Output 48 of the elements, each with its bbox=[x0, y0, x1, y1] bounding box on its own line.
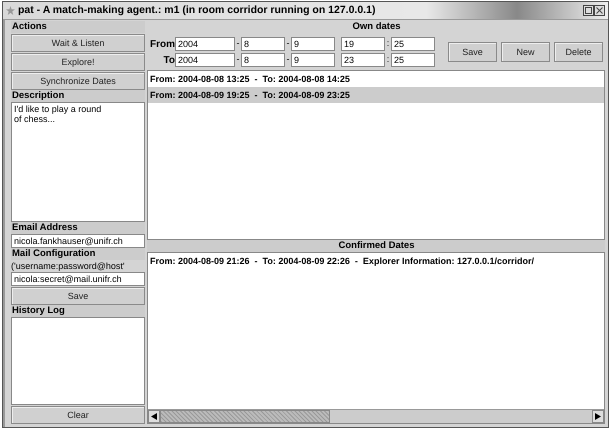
separator-text: : bbox=[386, 53, 390, 66]
list-item[interactable]: From: 2004-08-08 13:25 - To: 2004-08-08 14:25 bbox=[148, 71, 604, 87]
scroll-thumb[interactable] bbox=[160, 410, 330, 423]
mail-config-field[interactable]: nicola:secret@mail.unifr.ch bbox=[11, 272, 145, 286]
description-field[interactable]: I'd like to play a round of chess... bbox=[11, 102, 145, 222]
date-field[interactable]: 9 bbox=[291, 53, 335, 67]
clear-button[interactable]: Clear bbox=[11, 406, 145, 424]
date-field[interactable]: 8 bbox=[241, 53, 285, 67]
scroll-right-icon[interactable] bbox=[595, 413, 601, 420]
star-icon bbox=[6, 6, 15, 15]
date-label: From bbox=[149, 38, 175, 52]
scroll-left-icon[interactable] bbox=[151, 413, 157, 420]
list-item[interactable]: From: 2004-08-09 21:26 - To: 2004-08-09 22:26 - Explorer Information: 127.0.0.1/corridor/ bbox=[148, 253, 604, 269]
separator-text: - bbox=[286, 53, 290, 66]
email-field[interactable]: nicola.fankhauser@unifr.ch bbox=[11, 234, 145, 248]
date-button[interactable]: New bbox=[501, 42, 550, 62]
separator-text: - bbox=[236, 37, 240, 50]
date-field[interactable]: 25 bbox=[391, 53, 435, 67]
action-button[interactable]: Wait & Listen bbox=[11, 34, 145, 52]
section-heading: Mail Configuration bbox=[11, 248, 145, 260]
date-field[interactable]: 9 bbox=[291, 37, 335, 51]
section-heading: Email Address bbox=[11, 222, 145, 234]
date-field[interactable]: 25 bbox=[391, 37, 435, 51]
date-field[interactable]: 8 bbox=[241, 37, 285, 51]
separator-text: - bbox=[286, 37, 290, 50]
date-field[interactable]: 2004 bbox=[175, 53, 235, 67]
date-field[interactable]: 23 bbox=[341, 53, 385, 67]
date-field[interactable]: 19 bbox=[341, 37, 385, 51]
section-heading: Confirmed Dates bbox=[147, 240, 605, 252]
horizontal-scrollbar[interactable] bbox=[148, 409, 604, 423]
date-button[interactable]: Delete bbox=[554, 42, 603, 62]
separator-text: - bbox=[236, 53, 240, 66]
date-field[interactable]: 2004 bbox=[175, 37, 235, 51]
hint-text: ('username:password@host' bbox=[11, 260, 126, 272]
window-title: pat - A match-making agent.: m1 (in room corridor running on 127.0.0.1) bbox=[18, 2, 376, 18]
section-heading: Own dates bbox=[351, 21, 402, 33]
action-button[interactable]: Synchronize Dates bbox=[11, 72, 145, 90]
separator-text: : bbox=[386, 37, 390, 50]
date-label: To bbox=[162, 54, 175, 68]
close-icon[interactable] bbox=[594, 5, 605, 16]
section-heading: Actions bbox=[11, 21, 145, 33]
section-heading: History Log bbox=[11, 305, 145, 317]
list-item[interactable]: From: 2004-08-09 19:25 - To: 2004-08-09 23:25 bbox=[148, 87, 604, 103]
maximize-icon[interactable] bbox=[583, 5, 594, 16]
date-button[interactable]: Save bbox=[448, 42, 497, 62]
action-button[interactable]: Explore! bbox=[11, 53, 145, 71]
save-button[interactable]: Save bbox=[11, 287, 145, 305]
section-heading: Description bbox=[11, 90, 145, 102]
